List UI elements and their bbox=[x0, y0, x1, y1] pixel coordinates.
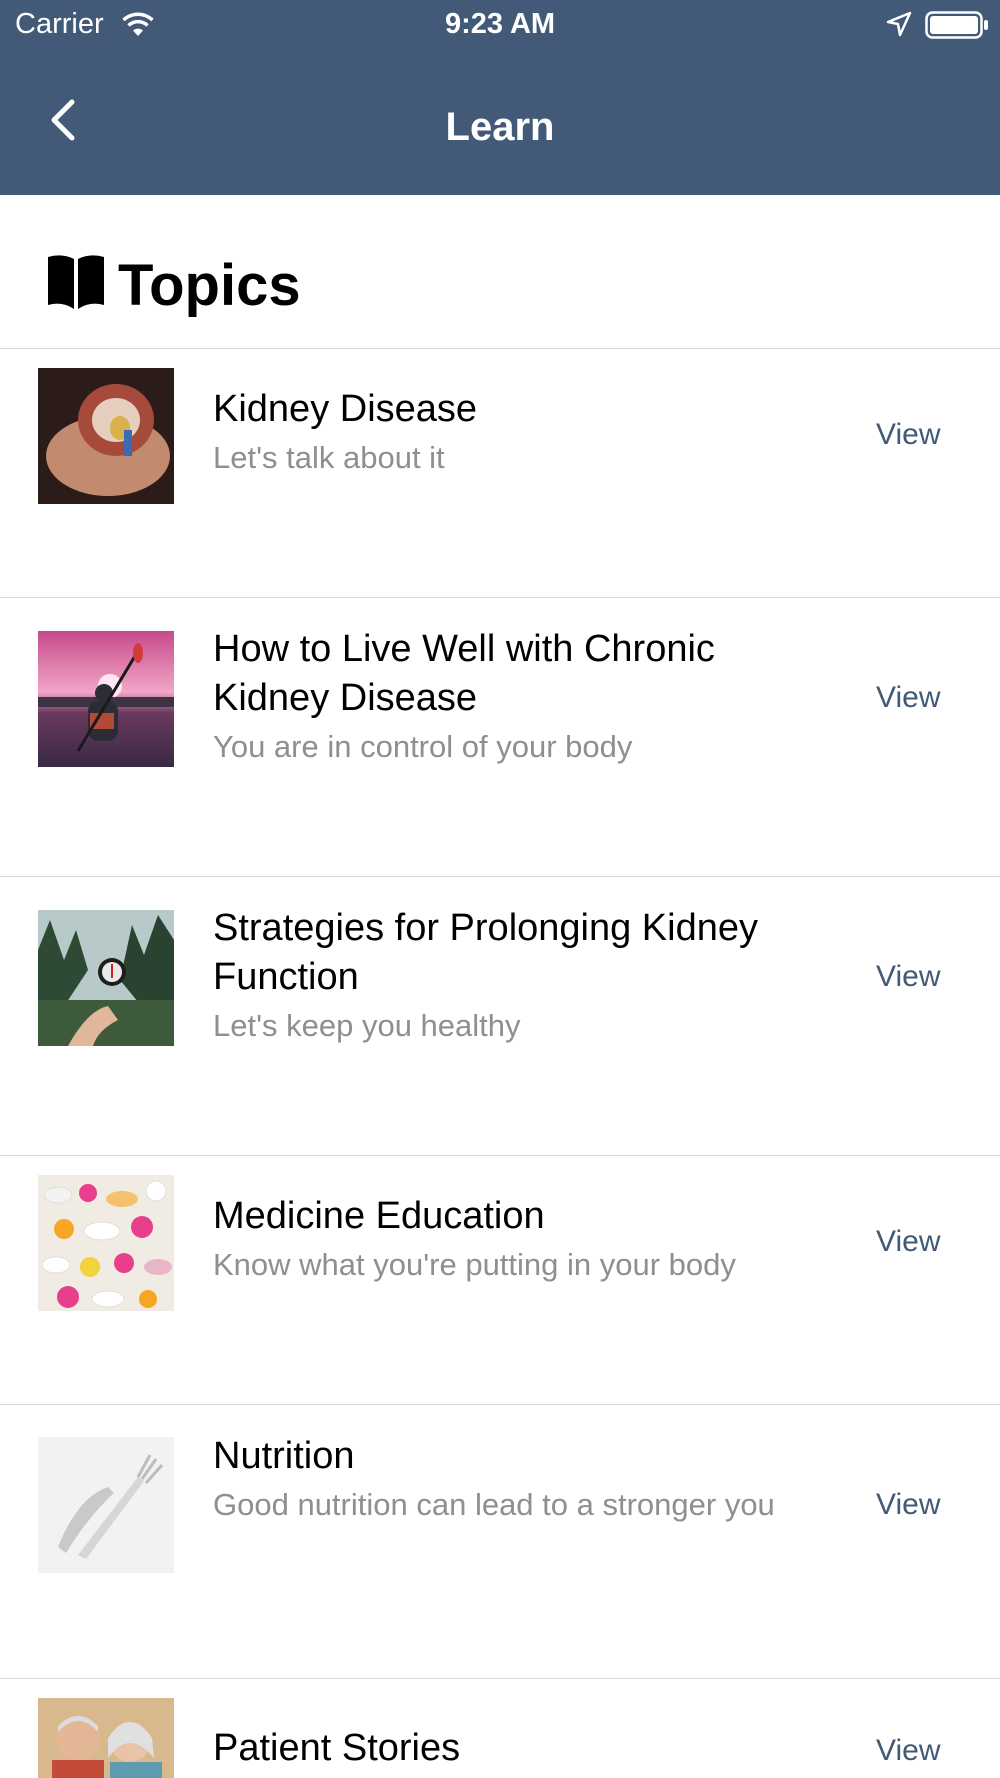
navigation-header: Carrier 9:23 AM Learn bbox=[0, 0, 1000, 195]
topic-subtitle: You are in control of your body bbox=[213, 729, 633, 764]
topic-title: Medicine Education bbox=[213, 1195, 545, 1237]
status-bar: Carrier 9:23 AM bbox=[0, 0, 1000, 50]
topic-subtitle: Good nutrition can lead to a stronger yo… bbox=[213, 1487, 775, 1522]
topic-subtitle: Let's talk about it bbox=[213, 440, 445, 475]
book-icon bbox=[48, 255, 104, 309]
topic-title: Strategies for Prolonging Kidney Functio… bbox=[213, 907, 758, 998]
topic-text: Medicine Education Know what you're putt… bbox=[213, 1192, 823, 1286]
location-icon bbox=[886, 11, 912, 37]
topic-title: Patient Stories bbox=[213, 1727, 461, 1769]
topic-row-patient-stories[interactable]: Patient Stories View bbox=[0, 1679, 1000, 1778]
topic-title: Nutrition bbox=[213, 1435, 355, 1477]
topic-text: Nutrition Good nutrition can lead to a s… bbox=[213, 1432, 823, 1526]
topic-subtitle: Let's keep you healthy bbox=[213, 1008, 521, 1043]
topic-row-live-well[interactable]: How to Live Well with Chronic Kidney Dis… bbox=[0, 598, 1000, 877]
topic-row-prolonging-function[interactable]: Strategies for Prolonging Kidney Functio… bbox=[0, 877, 1000, 1156]
view-link[interactable]: View bbox=[876, 1222, 940, 1262]
view-link[interactable]: View bbox=[876, 957, 940, 997]
view-link[interactable]: View bbox=[876, 1731, 940, 1771]
topic-text: Patient Stories bbox=[213, 1724, 823, 1773]
topic-row-kidney-disease[interactable]: Kidney Disease Let's talk about it View bbox=[0, 349, 1000, 598]
topic-title: Kidney Disease bbox=[213, 388, 478, 430]
topic-text: Strategies for Prolonging Kidney Functio… bbox=[213, 904, 823, 1047]
kidney-model-photo bbox=[38, 368, 174, 504]
view-link[interactable]: View bbox=[876, 1485, 940, 1525]
battery-icon bbox=[925, 11, 988, 39]
topic-title: How to Live Well with Chronic Kidney Dis… bbox=[213, 628, 715, 719]
kayak-sunset-photo bbox=[38, 631, 174, 767]
topic-text: How to Live Well with Chronic Kidney Dis… bbox=[213, 625, 823, 768]
pills-photo bbox=[38, 1175, 174, 1311]
elderly-couple-photo bbox=[38, 1698, 174, 1778]
section-title: Topics bbox=[118, 253, 301, 318]
topic-subtitle: Know what you're putting in your body bbox=[213, 1247, 736, 1282]
topic-text: Kidney Disease Let's talk about it bbox=[213, 385, 823, 479]
topic-row-medicine-education[interactable]: Medicine Education Know what you're putt… bbox=[0, 1156, 1000, 1405]
status-time: 9:23 AM bbox=[444, 8, 556, 40]
topic-row-nutrition[interactable]: Nutrition Good nutrition can lead to a s… bbox=[0, 1405, 1000, 1679]
compass-forest-photo bbox=[38, 910, 174, 1046]
topics-section-header: Topics bbox=[0, 195, 1000, 349]
view-link[interactable]: View bbox=[876, 678, 940, 718]
view-link[interactable]: View bbox=[876, 415, 940, 455]
page-title: Learn bbox=[445, 105, 555, 149]
fork-knife-photo bbox=[38, 1437, 174, 1573]
